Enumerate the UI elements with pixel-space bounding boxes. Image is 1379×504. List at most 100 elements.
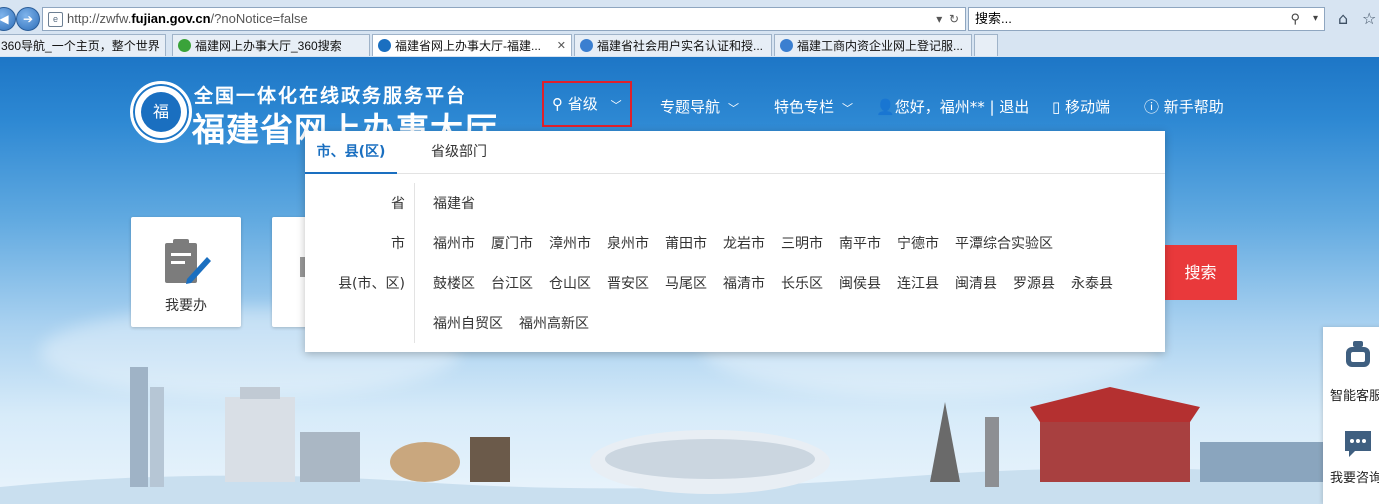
region-link[interactable]: 台江区 — [491, 276, 533, 292]
region-link[interactable]: 仓山区 — [549, 276, 591, 292]
browser-chrome: ◀ ➔ e http://zwfw.fujian.gov.cn/?noNotic… — [0, 0, 1379, 58]
tab-business-registration[interactable]: 福建工商内资企业网上登记服... — [774, 34, 972, 56]
nav-help-label: 新手帮助 — [1163, 98, 1224, 116]
tab-provincial-departments[interactable]: 省级部门 — [431, 131, 487, 172]
chevron-down-icon: ﹀ — [610, 99, 622, 112]
row-label-province: 省 — [391, 196, 405, 212]
tab-label: 360导航_一个主页，整个世界 — [1, 39, 160, 53]
region-link[interactable]: 莆田市 — [665, 236, 707, 252]
chevron-down-icon: ﹀ — [728, 102, 740, 115]
new-tab-button[interactable] — [974, 34, 998, 56]
tab-fujian-hall[interactable]: 福建省网上办事大厅-福建... ✕ — [372, 34, 572, 56]
search-placeholder: 搜索... — [975, 11, 1012, 26]
region-link[interactable]: 鼓楼区 — [433, 276, 475, 292]
location-pin-icon: ⚲ — [552, 95, 563, 113]
user-icon: 👤 — [876, 98, 895, 116]
region-link[interactable]: 马尾区 — [665, 276, 707, 292]
tab-label: 福建省社会用户实名认证和授... — [597, 39, 764, 53]
tile-todo-label: 我要办 — [165, 298, 207, 314]
help-circle-icon: ⓘ — [1144, 98, 1160, 116]
nav-user[interactable]: 👤您好，福州** | 退出 — [876, 85, 1029, 125]
address-bar[interactable]: e http://zwfw.fujian.gov.cn/?noNotice=fa… — [42, 7, 966, 31]
user-greeting[interactable]: 您好，福州** | 退出 — [895, 98, 1030, 116]
dropdown-arrow-icon[interactable]: ▾ — [936, 12, 942, 26]
page-icon: e — [48, 12, 63, 27]
consult-button[interactable]: 我要咨询 — [1323, 419, 1379, 504]
consult-label: 我要咨询 — [1330, 471, 1379, 486]
nav-mobile[interactable]: ▯ 移动端 — [1052, 85, 1110, 125]
forward-button[interactable]: ➔ — [16, 7, 40, 31]
region-link[interactable]: 南平市 — [839, 236, 881, 252]
chevron-down-icon: ﹀ — [842, 102, 854, 115]
tab-city-county[interactable]: 市、县(区) — [305, 131, 397, 174]
region-link[interactable]: 永泰县 — [1071, 276, 1113, 292]
search-button[interactable]: 搜索 — [1164, 245, 1237, 300]
nav-features-label: 特色专栏 — [774, 98, 835, 116]
nav-mobile-label: 移动端 — [1065, 98, 1111, 116]
tab-label: 福建网上办事大厅_360搜索 — [195, 39, 342, 53]
tab-360-search[interactable]: 福建网上办事大厅_360搜索 — [172, 34, 370, 56]
region-link[interactable]: 龙岩市 — [723, 236, 765, 252]
dropdown-tabs: 市、县(区) 省级部门 — [305, 131, 1165, 174]
region-link[interactable]: 福建省 — [433, 196, 475, 212]
browser-search-box[interactable]: 搜索... ⚲ ▾ — [968, 7, 1325, 31]
region-link[interactable]: 连江县 — [897, 276, 939, 292]
row-label-county: 县(市、区) — [338, 276, 405, 292]
region-link[interactable]: 平潭综合实验区 — [955, 236, 1053, 252]
address-url: http://zwfw.fujian.gov.cn/?noNotice=fals… — [67, 11, 308, 26]
top-navigation: ⚲ 省级 ﹀ 专题导航 ﹀ 特色专栏 ﹀ 👤您好，福州** | 退出 ▯ 移动端 ⓘ… — [0, 81, 1379, 127]
region-link[interactable]: 闽清县 — [955, 276, 997, 292]
region-link[interactable]: 福州市 — [433, 236, 475, 252]
clipboard-edit-icon — [165, 239, 211, 284]
region-link[interactable]: 三明市 — [781, 236, 823, 252]
province-list: 福建省 — [433, 193, 491, 213]
service-sidebar: 智能客服 我要咨询 — [1323, 327, 1379, 504]
region-link[interactable]: 闽侯县 — [839, 276, 881, 292]
nav-topics[interactable]: 专题导航 ﹀ — [660, 85, 739, 125]
tab-label: 福建省网上办事大厅-福建... — [395, 39, 541, 53]
nav-topics-label: 专题导航 — [660, 98, 721, 116]
home-icon[interactable]: ⌂ — [1338, 9, 1348, 28]
region-link[interactable]: 福清市 — [723, 276, 765, 292]
address-controls: ▾ ↻ — [936, 8, 959, 30]
close-tab-icon[interactable]: ✕ — [557, 35, 566, 56]
region-link[interactable]: 福州自贸区 — [433, 316, 503, 332]
region-link[interactable]: 罗源县 — [1013, 276, 1055, 292]
city-list: 福州市 厦门市 漳州市 泉州市 莆田市 龙岩市 三明市 南平市 宁德市 平潭综合实验区 — [433, 233, 1069, 253]
chat-bubble-icon — [1345, 431, 1371, 457]
ie-icon — [780, 39, 793, 52]
chevron-down-icon[interactable]: ▾ — [1313, 8, 1318, 30]
smart-service-label: 智能客服 — [1330, 389, 1379, 404]
refresh-icon[interactable]: ↻ — [949, 12, 959, 26]
tab-label: 福建工商内资企业网上登记服... — [797, 39, 964, 53]
nav-level-label: 省级 — [567, 95, 598, 113]
tile-todo[interactable]: 我要办 — [131, 217, 241, 327]
region-link[interactable]: 漳州市 — [549, 236, 591, 252]
back-button[interactable]: ◀ — [0, 7, 16, 31]
zone-list: 福州自贸区 福州高新区 — [433, 313, 605, 333]
360-icon — [178, 39, 191, 52]
county-list: 鼓楼区 台江区 仓山区 晋安区 马尾区 福清市 长乐区 闽侯县 连江县 闽清县 罗源县 永泰县 — [433, 273, 1129, 293]
nav-features[interactable]: 特色专栏 ﹀ — [774, 85, 853, 125]
region-link[interactable]: 宁德市 — [897, 236, 939, 252]
search-icon[interactable]: ⚲ — [1290, 8, 1300, 30]
mobile-phone-icon: ▯ — [1052, 98, 1061, 116]
region-link[interactable]: 长乐区 — [781, 276, 823, 292]
dropdown-divider — [414, 183, 415, 343]
address-row: ◀ ➔ e http://zwfw.fujian.gov.cn/?noNotic… — [0, 6, 1379, 32]
nav-level-selector[interactable]: ⚲ 省级 ﹀ — [542, 81, 632, 127]
tab-realname-auth[interactable]: 福建省社会用户实名认证和授... — [574, 34, 772, 56]
smart-service-button[interactable]: 智能客服 — [1323, 327, 1379, 417]
region-dropdown: 市、县(区) 省级部门 省 福建省 市 福州市 厦门市 漳州市 泉州市 莆田市 龙岩市 三明… — [305, 131, 1165, 352]
ie-icon — [580, 39, 593, 52]
region-link[interactable]: 晋安区 — [607, 276, 649, 292]
site-favicon-icon — [378, 39, 391, 52]
region-link[interactable]: 福州高新区 — [519, 316, 589, 332]
region-link[interactable]: 泉州市 — [607, 236, 649, 252]
favorites-star-icon[interactable]: ☆ — [1362, 9, 1376, 28]
region-link[interactable]: 厦门市 — [491, 236, 533, 252]
robot-icon — [1346, 341, 1370, 367]
nav-help[interactable]: ⓘ 新手帮助 — [1144, 85, 1224, 125]
tab-row: 360导航_一个主页，整个世界 福建网上办事大厅_360搜索 福建省网上办事大厅… — [0, 34, 1379, 57]
tab-360-home[interactable]: 360导航_一个主页，整个世界 — [0, 34, 166, 56]
